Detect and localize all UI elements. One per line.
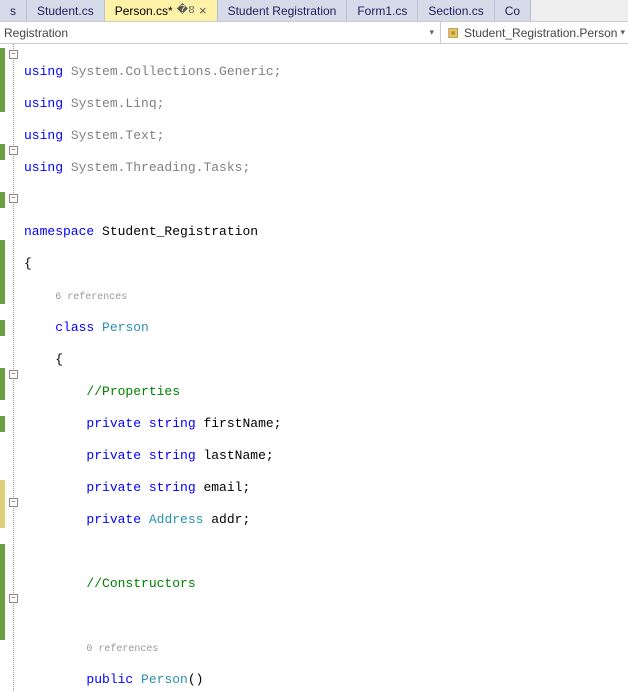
code-area[interactable]: using System.Collections.Generic; using … (22, 44, 628, 691)
tab-form1[interactable]: Form1.cs (347, 0, 418, 21)
pin-icon[interactable]: �ខ (177, 3, 195, 19)
fold-toggle[interactable]: − (9, 146, 18, 155)
chevron-down-icon: ▾ (620, 27, 625, 38)
fold-toggle[interactable]: − (9, 194, 18, 203)
fold-toggle[interactable]: − (9, 370, 18, 379)
tab-overflow-left[interactable]: s (0, 0, 27, 21)
tab-overflow-right[interactable]: Co (495, 0, 531, 21)
fold-toggle[interactable]: − (9, 498, 18, 507)
nav-member-dropdown[interactable]: Student_Registration.Person ▾ (440, 22, 628, 43)
nav-scope-label: Registration (4, 26, 68, 40)
tab-person-active[interactable]: Person.cs* �ខ × (105, 0, 218, 21)
fold-gutter: − − − − − − (6, 44, 22, 691)
tab-student[interactable]: Student.cs (27, 0, 105, 21)
nav-member-label: Student_Registration.Person (464, 26, 617, 40)
tab-label: Person.cs* (115, 4, 173, 18)
code-editor[interactable]: − − − − − − using System.Collections.Gen… (0, 44, 628, 691)
tab-registration[interactable]: Student Registration (218, 0, 348, 21)
close-icon[interactable]: × (199, 3, 207, 18)
fold-toggle[interactable]: − (9, 594, 18, 603)
nav-bar: Registration ▾ Student_Registration.Pers… (0, 22, 628, 44)
fold-toggle[interactable]: − (9, 50, 18, 59)
nav-scope-dropdown[interactable]: Registration ▾ (0, 26, 440, 40)
tab-section[interactable]: Section.cs (418, 0, 494, 21)
class-icon (447, 26, 461, 40)
tab-bar: s Student.cs Person.cs* �ខ × Student Reg… (0, 0, 628, 22)
chevron-down-icon: ▾ (429, 27, 434, 38)
